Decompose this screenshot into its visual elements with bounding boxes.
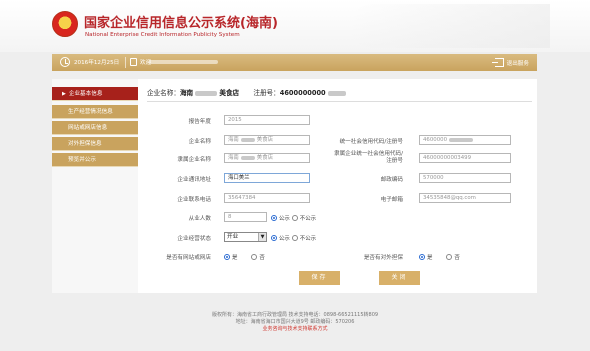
logout-label: 退出服务 xyxy=(506,60,529,67)
report-year-input[interactable]: 2015 xyxy=(224,115,310,125)
site-header: 国家企业信用信息公示系统(海南) National Enterprise Cre… xyxy=(0,0,590,52)
nopublish-radio[interactable] xyxy=(291,215,298,221)
affiliated-code-label: 隶属企业统一社会信用代码/注册号 xyxy=(333,151,403,164)
form-area: 企业名称：海南 美食店 注册号：4600000000 报告年度 2015 企业名… xyxy=(147,79,537,293)
logout-icon xyxy=(491,58,504,67)
sidebar-item-guarantee-info[interactable]: 对外担保信息 xyxy=(52,137,138,151)
affiliated-name-value: 海南 xyxy=(228,155,239,161)
credit-code-value: 4600000 xyxy=(423,137,448,143)
publish-radio[interactable] xyxy=(271,235,277,241)
national-emblem-icon xyxy=(52,11,78,37)
yes-label: 是 xyxy=(427,255,433,261)
employees-publish-radio-group: 公示 不公示 xyxy=(271,214,316,222)
no-label: 否 xyxy=(259,255,265,261)
sidebar-item-label: 网站或网店信息 xyxy=(68,125,108,131)
ent-name-value: 海南 xyxy=(228,137,239,143)
status-value: 开业 xyxy=(227,234,239,240)
website-radio-group: 是 否 xyxy=(224,253,265,261)
sidebar-item-label: 预览并公示 xyxy=(68,157,96,163)
affiliated-code-suffix: 3499 xyxy=(457,155,472,161)
company-name-value: 海南 xyxy=(179,89,194,97)
postcode-input[interactable]: 570000 xyxy=(419,173,511,183)
site-title: 国家企业信用信息公示系统(海南) xyxy=(84,16,278,31)
email-label: 电子邮箱 xyxy=(380,197,403,203)
footer-address: 地址：海南省海口市国兴大道9号 邮政编码：570206 xyxy=(235,319,355,325)
footer-copyright: 版权所有：海南省工商行政管理局 技术支持电话：0898-66521115转809 xyxy=(211,312,379,318)
email-input[interactable]: 34535848@qq.com xyxy=(419,193,511,203)
sidebar-item-preview-publish[interactable]: 预览并公示 xyxy=(52,153,138,167)
affiliated-code-value: 4600000000 xyxy=(423,155,458,161)
nopublish-label: 不公示 xyxy=(299,236,316,242)
clock-icon xyxy=(60,57,70,67)
address-input[interactable]: 海口美兰 xyxy=(224,173,310,183)
credit-code-label: 统一社会信用代码/注册号 xyxy=(339,139,403,145)
header-decoration xyxy=(350,4,550,48)
arrow-right-icon: ▶ xyxy=(62,91,66,97)
ent-name-input[interactable]: 海南 美食店 xyxy=(224,135,310,145)
close-button[interactable]: 关闭 xyxy=(379,271,420,285)
redacted-text xyxy=(195,90,218,96)
nopublish-radio[interactable] xyxy=(291,235,298,241)
divider xyxy=(147,101,532,102)
website-label: 是否有网站或网店 xyxy=(166,255,211,261)
credit-code-input[interactable]: 4600000 xyxy=(419,135,511,145)
sidebar-item-website-info[interactable]: 网站或网店信息 xyxy=(52,121,138,135)
guarantee-label: 是否有对外担保 xyxy=(363,255,403,261)
affiliated-name-label: 隶属企业名称 xyxy=(177,157,211,163)
publish-label: 公示 xyxy=(279,216,290,222)
ent-name-label: 企业名称 xyxy=(188,139,211,145)
dropdown-arrow-icon: ▼ xyxy=(258,233,266,241)
redacted-text xyxy=(240,155,255,160)
save-button[interactable]: 保存 xyxy=(299,271,340,285)
guarantee-no-radio[interactable] xyxy=(446,254,453,260)
sidebar-item-operation-info[interactable]: 生产经营情况信息 xyxy=(52,105,138,119)
report-year-label: 报告年度 xyxy=(188,119,211,125)
site-subtitle: National Enterprise Credit Information P… xyxy=(85,32,240,38)
website-yes-radio[interactable] xyxy=(224,254,230,260)
company-name-label: 企业名称： xyxy=(147,89,180,97)
nopublish-label: 不公示 xyxy=(299,216,316,222)
phone-label: 企业联系电话 xyxy=(177,197,211,203)
status-publish-radio-group: 公示 不公示 xyxy=(271,234,316,242)
sidebar-item-label: 生产经营情况信息 xyxy=(68,109,113,115)
redacted-username xyxy=(148,60,218,64)
employees-input[interactable]: 8 xyxy=(224,212,267,222)
main-panel: ▶ 企业基本信息 生产经营情况信息 网站或网店信息 对外担保信息 预览并公示 企业… xyxy=(52,79,537,293)
publish-radio[interactable] xyxy=(271,215,277,221)
user-icon xyxy=(130,58,137,66)
redacted-text xyxy=(449,137,474,142)
phone-input[interactable]: 35647384 xyxy=(224,193,310,203)
sidebar-item-label: 对外担保信息 xyxy=(68,141,102,147)
sidebar-item-basic-info[interactable]: ▶ 企业基本信息 xyxy=(52,87,138,101)
employees-label: 从业人数 xyxy=(188,216,211,222)
postcode-label: 邮政编码 xyxy=(380,177,403,183)
site-footer: 版权所有：海南省工商行政管理局 技术支持电话：0898-66521115转809… xyxy=(0,312,590,333)
divider xyxy=(125,57,126,68)
sidebar-item-label: 企业基本信息 xyxy=(68,91,103,97)
company-summary: 企业名称：海南 美食店 注册号：4600000000 xyxy=(147,87,346,97)
publish-label: 公示 xyxy=(279,236,290,242)
affiliated-code-input[interactable]: 46000000003499 xyxy=(419,153,511,163)
info-bar: 2016年12月25日 欢迎 退出服务 xyxy=(52,54,537,71)
address-label: 企业通讯地址 xyxy=(177,177,211,183)
no-label: 否 xyxy=(454,255,460,261)
affiliated-name-input[interactable]: 海南 美食店 xyxy=(224,153,310,163)
sidebar: ▶ 企业基本信息 生产经营情况信息 网站或网店信息 对外担保信息 预览并公示 xyxy=(52,79,138,293)
redacted-text xyxy=(240,137,255,142)
affiliated-name-suffix: 美食店 xyxy=(256,155,273,161)
redacted-text xyxy=(327,90,346,96)
website-no-radio[interactable] xyxy=(251,254,258,260)
ent-name-suffix: 美食店 xyxy=(256,137,273,143)
company-name-suffix: 美食店 xyxy=(219,89,240,97)
current-date: 2016年12月25日 xyxy=(74,60,120,66)
yes-label: 是 xyxy=(232,255,238,261)
logout-button[interactable]: 退出服务 xyxy=(491,57,529,68)
reg-number-value: 4600000000 xyxy=(279,89,326,97)
reg-number-label: 注册号： xyxy=(253,89,280,97)
footer-contact-link[interactable]: 业务咨询与技术支持联系方式 xyxy=(0,326,590,333)
guarantee-radio-group: 是 否 xyxy=(419,253,460,261)
status-label: 企业经营状态 xyxy=(177,236,211,242)
guarantee-yes-radio[interactable] xyxy=(419,254,425,260)
status-select[interactable]: 开业 ▼ xyxy=(224,232,267,242)
